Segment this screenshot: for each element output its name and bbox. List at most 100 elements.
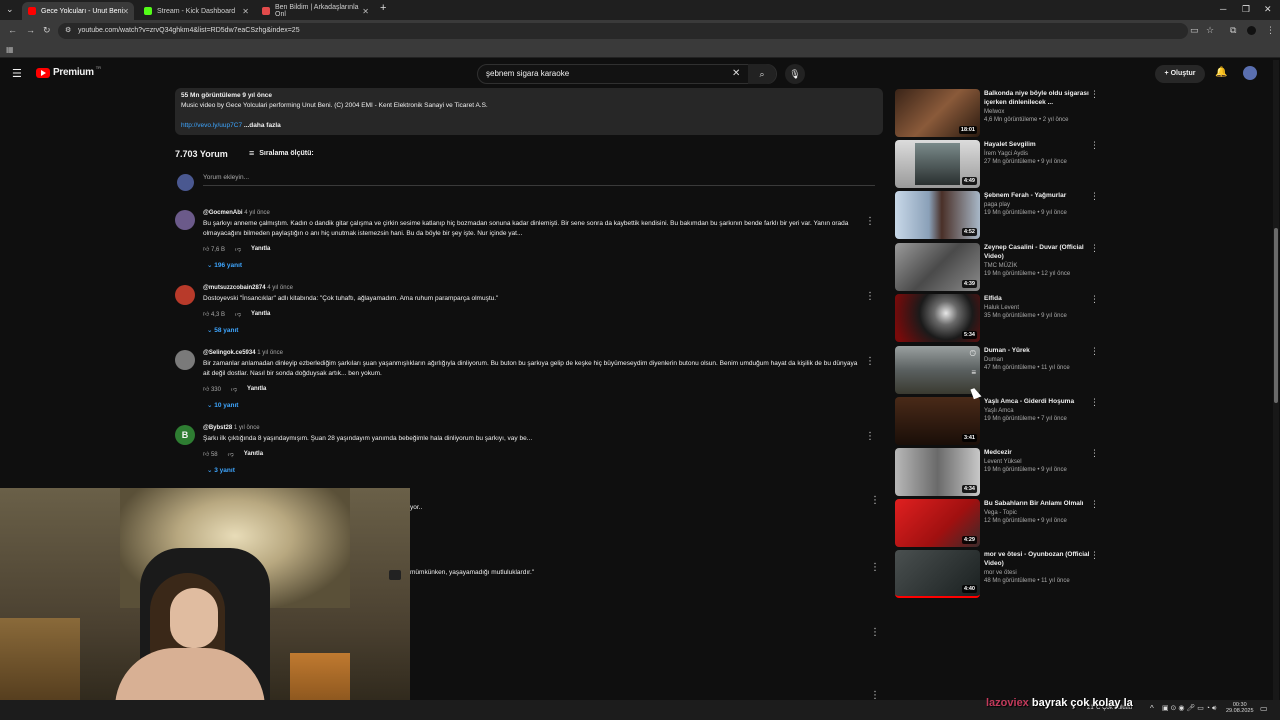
video-title[interactable]: Zeynep Casalini - Duvar (Official Video) [984,243,1096,261]
tray-arrow-icon[interactable]: ^ [1150,704,1154,713]
video-title[interactable]: mor ve ötesi - Oyunbozan (Official Video… [984,550,1096,568]
like-button[interactable]: 👍︎ 4,3 B [203,310,225,318]
dislike-icon[interactable]: 👎︎ [235,310,241,318]
recommended-video[interactable]: 4:40 mor ve ötesi - Oyunbozan (Official … [895,550,1105,598]
reply-button[interactable]: Yanıtla [251,246,270,252]
watch-later-icon[interactable]: 🕒︎ [970,349,976,359]
new-tab-button[interactable]: + [380,2,386,14]
recommended-video[interactable]: 4:34 Medcezir Levent Yüksel 19 Mn görüntül… [895,448,1105,496]
cast-icon[interactable]: ▭ [1190,25,1199,36]
description-link[interactable]: http://vevo.ly/uup7C7 [181,122,242,129]
comment-avatar[interactable]: B [175,425,195,445]
channel-name[interactable]: Melwox [984,109,1096,115]
recommended-video[interactable]: 3:41 Yaşlı Amca - Giderdi Hoşuma Yaşlı Am… [895,397,1105,445]
reply-button[interactable]: Yanıtla [244,451,263,457]
comment-avatar[interactable] [175,210,195,230]
comment-author[interactable]: @GocmenAbi [203,210,243,216]
clock[interactable]: 00:30 29.08.2025 [1226,702,1254,714]
video-title[interactable]: Medcezir [984,448,1096,457]
notification-center-icon[interactable]: ▭ [1260,704,1268,713]
site-info-icon[interactable]: ⚙ [65,23,71,39]
recommended-video[interactable]: 🕒︎ ≡ Duman - Yürek Duman 47 Mn görüntüleme… [895,346,1105,394]
add-to-queue-icon[interactable]: ≡ [971,368,976,377]
video-menu-icon[interactable]: ⋮ [1090,346,1099,357]
menu-icon[interactable]: ☰ [12,67,22,80]
video-thumbnail[interactable]: 4:52 [895,191,980,239]
like-button[interactable]: 👍︎ 330 [203,385,221,393]
video-title[interactable]: Balkonda niye böyle oldu sigarası içerke… [984,89,1096,107]
comment-author[interactable]: @Bybst28 [203,425,232,431]
apps-icon[interactable]: ▦ [6,45,14,54]
video-menu-icon[interactable]: ⋮ [1090,243,1099,254]
view-replies-button[interactable]: ⌄ 196 yanıt [207,261,863,269]
video-thumbnail[interactable]: 4:49 [895,140,980,188]
comment-time[interactable]: 1 yıl önce [257,350,283,356]
tray-icons[interactable]: ▣ ⊙ ◉ 🎤︎ ▭ ◔ 🔊︎ [1162,704,1216,713]
channel-name[interactable]: Vega - Topic [984,510,1096,516]
notifications-bell-icon[interactable]: 🔔 [1215,67,1227,78]
channel-name[interactable]: İrem Yagci Aydis [984,151,1096,157]
channel-name[interactable]: paga play [984,202,1096,208]
reply-button[interactable]: Yanıtla [247,386,266,392]
dislike-icon[interactable]: 👎︎ [235,245,241,253]
comment-menu-icon[interactable]: ⋮ [865,356,875,367]
tab-search-icon[interactable]: ⌄ [6,4,14,15]
comment-time[interactable]: 4 yıl önce [267,285,293,291]
video-title[interactable]: Bu Sabahların Bir Anlamı Olmalı [984,499,1096,508]
channel-name[interactable]: TMC MÜZİK [984,263,1096,269]
video-thumbnail[interactable]: 4:34 [895,448,980,496]
close-tab-icon[interactable]: ✕ [242,7,249,16]
channel-name[interactable]: mor ve ötesi [984,570,1096,576]
video-thumbnail[interactable]: 3:41 [895,397,980,445]
scrollbar-thumb[interactable] [1274,228,1278,403]
dislike-icon[interactable]: 👎︎ [231,385,237,393]
video-description[interactable]: 55 Mn görüntüleme 9 yıl önce Music video… [175,88,883,135]
channel-name[interactable]: Levent Yüksel [984,459,1096,465]
video-menu-icon[interactable]: ⋮ [1090,140,1099,151]
account-avatar[interactable] [1243,66,1257,80]
minimize-icon[interactable]: ─ [1220,4,1226,14]
video-menu-icon[interactable]: ⋮ [1090,499,1099,510]
comment-menu-icon[interactable]: ⋮ [865,216,875,227]
channel-name[interactable]: Haluk Levent [984,305,1096,311]
like-button[interactable]: 👍︎ 7,6 B [203,245,225,253]
comment-menu-icon[interactable]: ⋮ [865,291,875,302]
tab-kick[interactable]: Stream - Kick Dashboard ✕ [138,2,254,20]
channel-name[interactable]: Duman [984,357,1096,363]
video-thumbnail[interactable]: 🕒︎ ≡ [895,346,980,394]
browser-menu-icon[interactable]: ⋮ [1266,25,1275,36]
video-menu-icon[interactable]: ⋮ [1090,191,1099,202]
comment-avatar[interactable] [175,285,195,305]
video-menu-icon[interactable]: ⋮ [1090,550,1099,561]
video-thumbnail[interactable]: 4:40 [895,550,980,598]
video-thumbnail[interactable]: 18:01 [895,89,980,137]
video-title[interactable]: Duman - Yürek [984,346,1096,355]
video-thumbnail[interactable]: 4:29 [895,499,980,547]
recommended-video[interactable]: 18:01 Balkonda niye böyle oldu sigarası … [895,89,1105,137]
video-title[interactable]: Elfida [984,294,1096,303]
recommended-video[interactable]: 4:29 Bu Sabahların Bir Anlamı Olmalı Vega… [895,499,1105,547]
dislike-icon[interactable]: 👎︎ [228,450,234,458]
comment-time[interactable]: 1 yıl önce [234,425,260,431]
recommended-video[interactable]: 4:39 Zeynep Casalini - Duvar (Official V… [895,243,1105,291]
comment-menu-icon[interactable]: ⋮ [865,431,875,442]
address-bar[interactable]: ⚙ youtube.com/watch?v=zrvQ34ghkm4&list=R… [58,23,1188,39]
page-scrollbar[interactable] [1273,60,1279,700]
video-thumbnail[interactable]: 5:34 [895,294,980,342]
forward-icon[interactable]: → [26,25,35,35]
search-button[interactable]: ⌕ [748,64,776,84]
profile-avatar[interactable] [1247,26,1256,35]
video-title[interactable]: Şebnem Ferah - Yağmurlar [984,191,1096,200]
comment-menu-icon[interactable]: ⋮ [870,495,880,506]
video-menu-icon[interactable]: ⋮ [1090,448,1099,459]
like-button[interactable]: 👍︎ 58 [203,450,218,458]
recommended-video[interactable]: 4:52 Şebnem Ferah - Yağmurlar paga play 19… [895,191,1105,239]
youtube-logo[interactable]: Premium TR [36,65,101,78]
tab-game[interactable]: Ben Bildim | Arkadaşlarınla Onl ✕ [256,2,374,20]
maximize-icon[interactable]: ❐ [1242,4,1250,15]
sort-button[interactable]: ≡ Sıralama ölçütü: [249,148,314,158]
clear-search-icon[interactable]: ✕ [732,68,740,79]
tab-youtube[interactable]: Gece Yolcuları - Unut Beni ✕ [22,2,134,20]
comment-time[interactable]: 4 yıl önce [244,210,270,216]
comment-author[interactable]: @mutsuzzcobain2874 [203,285,266,291]
